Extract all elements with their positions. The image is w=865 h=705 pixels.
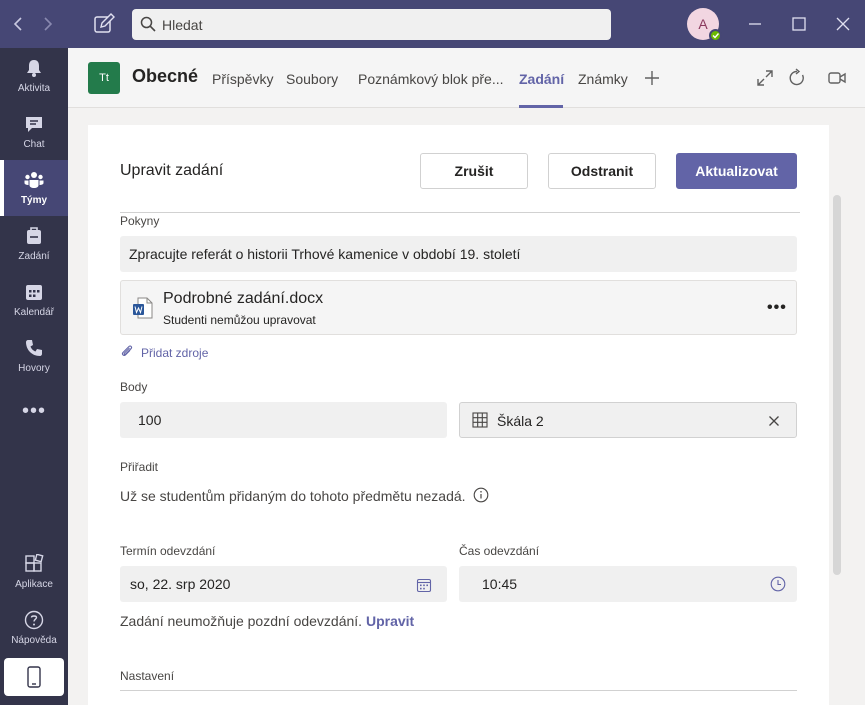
tab-files[interactable]: Soubory (286, 71, 338, 87)
search-input[interactable] (162, 13, 592, 36)
rail-item-label: Hovory (18, 363, 50, 374)
title-bar: A (0, 0, 865, 48)
instructions-field[interactable]: Zpracujte referát o historii Trhové kame… (120, 236, 797, 272)
maximize-icon[interactable] (787, 12, 811, 36)
calendar-icon (24, 282, 44, 302)
rubric-grid-icon (472, 412, 488, 428)
active-tab-indicator (519, 105, 563, 108)
rail-item-label: Chat (23, 139, 45, 150)
rail-item-label: Aktivita (17, 83, 51, 94)
attachment-permission: Studenti nemůžou upravovat (163, 313, 316, 327)
rail-item-label: Týmy (20, 195, 48, 206)
tab-posts[interactable]: Příspěvky (212, 71, 273, 87)
cancel-button[interactable]: Zrušit (420, 153, 528, 189)
due-date-label: Termín odevzdání (120, 544, 216, 558)
rail-item-calendar[interactable]: Kalendář (0, 272, 68, 328)
points-value: 100 (138, 412, 162, 428)
rail-item-apps[interactable]: Aplikace (0, 544, 68, 600)
paperclip-icon (120, 344, 134, 358)
apps-icon (24, 553, 44, 574)
page-title: Upravit zadání (120, 162, 224, 179)
rail-item-teams[interactable]: Týmy (0, 160, 68, 216)
close-icon[interactable] (831, 12, 855, 36)
presence-available-icon (709, 29, 722, 42)
points-label: Body (120, 380, 148, 394)
team-avatar[interactable]: Tt (88, 62, 120, 94)
teams-icon (24, 170, 44, 190)
edit-late-submission-link[interactable]: Upravit (366, 613, 414, 629)
scrollbar[interactable] (833, 195, 841, 575)
instructions-value: Zpracujte referát o historii Trhové kame… (129, 246, 521, 262)
add-tab-icon[interactable] (642, 68, 662, 88)
update-button[interactable]: Aktualizovat (676, 153, 797, 189)
rail-item-label: Kalendář (13, 307, 55, 318)
search-box[interactable] (132, 9, 611, 40)
channel-name: Obecné (132, 66, 199, 86)
assign-label: Přiřadit (120, 460, 159, 474)
tab-assignments[interactable]: Zadání (519, 71, 564, 87)
avatar-initials: A (698, 16, 708, 32)
attachment-name: Podrobné zadání.docx (163, 290, 324, 307)
rail-item-label: Aplikace (15, 579, 53, 590)
due-date-field[interactable]: so, 22. srp 2020 (120, 566, 447, 602)
assignments-icon (24, 226, 44, 246)
chat-icon (24, 114, 44, 134)
meet-video-icon[interactable] (827, 68, 847, 88)
back-arrow-icon[interactable] (9, 12, 29, 36)
help-icon (24, 610, 44, 630)
late-submission-note: Zadání neumožňuje pozdní odevzdání. Upra… (120, 613, 414, 629)
due-time-field[interactable]: 10:45 (459, 566, 797, 602)
bell-icon (24, 58, 44, 78)
rubric-field[interactable]: Škála 2 (459, 402, 797, 438)
info-icon[interactable] (473, 487, 489, 503)
minimize-icon[interactable] (743, 12, 767, 36)
attachment-more-button[interactable]: ••• (767, 299, 787, 317)
tab-grades[interactable]: Známky (578, 71, 628, 87)
due-time-value: 10:45 (482, 576, 518, 592)
tab-notebook[interactable]: Poznámkový blok pře... (358, 71, 504, 87)
delete-button[interactable]: Odstranit (548, 153, 656, 189)
remove-rubric-icon[interactable] (766, 413, 782, 429)
points-field[interactable]: 100 (120, 402, 447, 438)
calendar-picker-icon[interactable] (416, 577, 432, 593)
compose-icon[interactable] (92, 12, 116, 36)
add-resources-label: Přidat zdroje (141, 346, 209, 360)
phone-icon (24, 338, 44, 358)
word-document-icon (133, 297, 153, 319)
avatar[interactable]: A (687, 8, 722, 42)
rail-item-help[interactable]: Nápověda (0, 600, 68, 656)
forward-arrow-icon[interactable] (37, 12, 57, 36)
settings-label: Nastavení (120, 669, 175, 683)
due-time-label: Čas odevzdání (459, 544, 540, 558)
expand-icon[interactable] (755, 68, 775, 88)
rail-item-calls[interactable]: Hovory (0, 328, 68, 384)
search-icon (140, 16, 156, 32)
divider (120, 690, 797, 691)
divider (120, 212, 800, 213)
channel-header: Tt Obecné Příspěvky Soubory Poznámkový b… (68, 48, 865, 108)
clock-icon[interactable] (770, 576, 786, 592)
rail-item-activity[interactable]: Aktivita (0, 48, 68, 104)
more-apps-button[interactable]: ••• (0, 400, 68, 423)
late-submission-text: Zadání neumožňuje pozdní odevzdání. (120, 613, 363, 629)
rubric-name: Škála 2 (497, 413, 544, 429)
mobile-phone-icon (27, 666, 41, 688)
rail-item-assignments[interactable]: Zadání (0, 216, 68, 272)
instructions-label: Pokyny (120, 214, 160, 228)
due-date-value: so, 22. srp 2020 (130, 576, 231, 592)
mobile-app-button[interactable] (4, 658, 64, 696)
assign-info-text: Už se studentům přidaným do tohoto předm… (120, 488, 466, 504)
rail-item-label: Zadání (18, 251, 50, 262)
attachment-card[interactable]: Podrobné zadání.docx Studenti nemůžou up… (120, 280, 797, 335)
reload-icon[interactable] (787, 68, 807, 88)
app-rail: Aktivita Chat Týmy Zadání Kalendář Hovor… (0, 48, 68, 705)
rail-item-label: Nápověda (11, 635, 57, 646)
rail-item-chat[interactable]: Chat (0, 104, 68, 160)
